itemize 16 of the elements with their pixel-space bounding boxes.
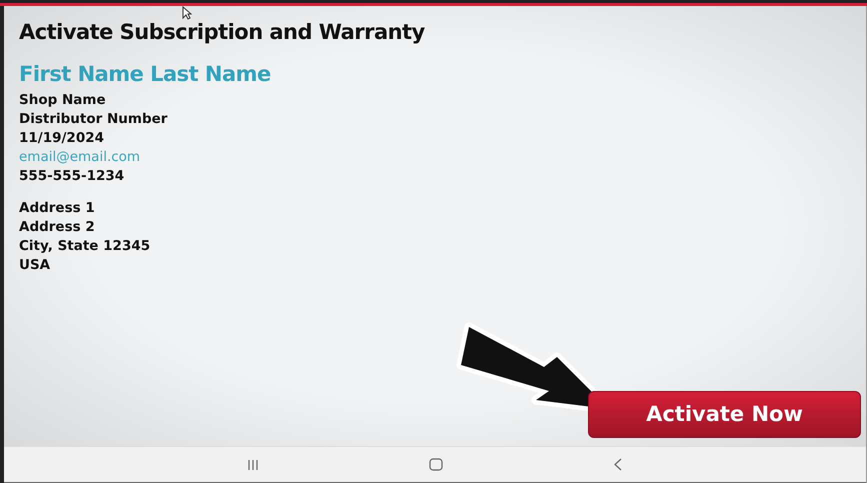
address-text: Address 2 [19,218,96,236]
recents-icon[interactable] [247,458,259,470]
home-icon[interactable] [429,458,443,471]
back-icon[interactable] [613,458,623,471]
detail-text: 555-555-1234 [19,166,126,186]
detail-text: 11/19/2024 [19,128,106,148]
cursor-icon [182,6,192,20]
email-text: email@email.com [19,148,142,166]
address-text: City, State 12345 [19,236,152,256]
activate-now-button[interactable]: Activate Now [588,391,861,438]
address-text: Address 1 [19,198,96,218]
detail-text: Distributor Number [19,110,168,128]
address-text: USA [19,256,52,274]
customer-name: First Name Last Name [19,61,272,88]
window-title: Activate Subscription and Warranty [19,19,425,46]
detail-text: Shop Name [19,90,107,110]
